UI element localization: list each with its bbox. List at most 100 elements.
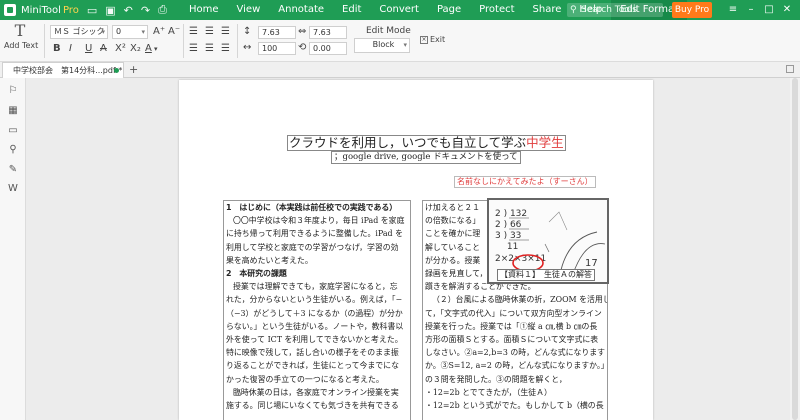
handwriting-line: 2 ) 132: [495, 209, 527, 219]
char-spacing-field[interactable]: 7.63: [309, 26, 347, 39]
handwriting-line: 11: [495, 242, 518, 252]
subscript-button[interactable]: X₂: [130, 43, 141, 55]
close-icon[interactable]: ✕: [778, 0, 796, 20]
exit-edit-button[interactable]: × Exit: [420, 35, 445, 44]
app-logo-icon: [4, 4, 16, 16]
menu-share[interactable]: Share: [524, 0, 571, 20]
text-line: （２）台風による臨時休業の折，ZOOM を活用し: [432, 295, 608, 305]
rotation-field[interactable]: 0.00: [309, 42, 347, 55]
align-center-icon[interactable]: ☰: [205, 26, 214, 38]
superscript-button[interactable]: X²: [115, 43, 126, 55]
search-tools-input[interactable]: ⚲ Search Tools: [567, 3, 663, 17]
document-subtitle[interactable]: ；google drive, google ドキュメントを使って: [331, 151, 521, 164]
add-text-button[interactable]: T Add Text: [4, 21, 38, 51]
menu-annotate[interactable]: Annotate: [269, 0, 333, 20]
search-placeholder: Search Tools: [581, 5, 637, 15]
document-tab[interactable]: 中学校部会 第14分科...pdf *: [2, 62, 124, 78]
edit-format-toolbar: T Add Text ＭＳ ゴシック ▾ 0 ▾ A⁺ A⁻ B I U A X² …: [0, 20, 800, 62]
bold-button[interactable]: B: [53, 43, 61, 55]
app-name: MiniTool Pro: [21, 4, 79, 16]
add-text-icon: T: [14, 21, 26, 40]
menu-protect[interactable]: Protect: [470, 0, 523, 20]
handwriting-line: 2 ) 66: [495, 220, 522, 230]
scrollbar-thumb[interactable]: [792, 78, 798, 420]
restore-window-icon[interactable]: [786, 65, 794, 73]
align-right-icon[interactable]: ☰: [221, 26, 230, 38]
left-text-column[interactable]: 1 はじめに（本実践は前任校での実践である） 〇〇中学校は令和３年度より，毎日 i…: [223, 200, 411, 420]
left-sidebar: ⚐ ▦ ▭ ⚲ ✎ W: [0, 78, 26, 420]
toolbar-divider: [183, 24, 184, 58]
font-family-select[interactable]: ＭＳ ゴシック ▾: [50, 25, 108, 39]
chevron-down-icon: ▾: [101, 28, 105, 36]
buy-pro-button[interactable]: Buy Pro: [672, 2, 712, 18]
chevron-down-icon[interactable]: ▾: [154, 43, 158, 55]
bookmark-icon[interactable]: ⚐: [7, 85, 19, 97]
align-justify-icon[interactable]: ☰: [189, 43, 198, 55]
document-author[interactable]: 名前なしにかえてみたよ（すーさん）: [454, 176, 596, 188]
close-icon: ×: [420, 35, 428, 44]
text-line: か。③S=12, a=2 の時，どんな式になりますか。」: [425, 361, 608, 371]
signature-icon[interactable]: ✎: [7, 164, 19, 176]
attachment-icon[interactable]: ⚲: [7, 144, 19, 156]
menu-convert[interactable]: Convert: [370, 0, 428, 20]
vertical-scrollbar[interactable]: [790, 78, 800, 420]
figure-caption[interactable]: 【資料１】 生徒Ａの解答: [497, 269, 595, 281]
text-line: 方形の面積Ｓとする。面積Ｓについて文字式に表: [425, 335, 599, 345]
text-line: 施する。同じ場にいなくても気づきを共有できる: [226, 401, 399, 411]
undo-icon[interactable]: ↶: [124, 4, 133, 17]
rotate-icon: ⟲: [298, 42, 307, 53]
strikethrough-button[interactable]: A: [100, 43, 107, 55]
underline-button[interactable]: U: [85, 43, 92, 55]
save-icon[interactable]: ▣: [105, 4, 115, 17]
text-line: の３問を発問した。③の問題を解くと，: [425, 374, 567, 384]
print-icon[interactable]: ⎙: [158, 3, 167, 17]
thumbnails-icon[interactable]: ▦: [7, 105, 19, 117]
align-left-icon[interactable]: ☰: [189, 26, 198, 38]
add-tab-button[interactable]: +: [129, 62, 138, 77]
justify-right-icon[interactable]: ☰: [221, 43, 230, 55]
redo-icon[interactable]: ↷: [141, 4, 150, 17]
document-title[interactable]: クラウドを利用し，いつでも自立して学ぶ中学生: [287, 135, 566, 151]
menu-icon[interactable]: ≡: [724, 0, 742, 20]
text-line: かった復習の手立ての一つになると考えた。: [226, 374, 384, 384]
handwriting-line: 3 ) 33: [495, 231, 521, 241]
edit-mode-label: Edit Mode: [366, 26, 411, 36]
text-line: 特に映像で残して，話し合いの様子をそのまま振: [226, 348, 399, 358]
text-line: しなさい。②a=2,b=3 の時，どんな式になります: [425, 348, 606, 358]
menu-edit[interactable]: Edit: [333, 0, 370, 20]
text-line: 利用して学校と家庭での学習がつなげ，学習の効: [226, 242, 399, 252]
comment-icon[interactable]: ▭: [7, 125, 19, 137]
italic-button[interactable]: I: [69, 43, 72, 55]
word-convert-icon[interactable]: W: [7, 183, 19, 195]
text-line: ・12=2b という式がでた。もしかして b（横の長: [425, 401, 604, 411]
text-line: 授業では理解できても，家庭学習になると，忘: [233, 282, 398, 292]
toolbar-divider: [237, 24, 238, 58]
line-spacing-icon: ↕: [243, 26, 252, 37]
text-line: 1 はじめに（本実践は前任校での実践である）: [226, 203, 398, 212]
minimize-icon[interactable]: –: [742, 0, 760, 20]
text-line: 2 本研究の課題: [226, 269, 287, 279]
menu-home[interactable]: Home: [180, 0, 228, 20]
scale-field[interactable]: 100: [258, 42, 296, 55]
increase-font-size-icon[interactable]: A⁺: [153, 26, 165, 38]
text-line: 臨時休業の日は，各家庭でオンライン授業を実: [233, 387, 399, 397]
chevron-down-icon: ▾: [403, 41, 407, 49]
font-color-button[interactable]: A: [145, 43, 152, 55]
edit-mode-select[interactable]: Block ▾: [354, 38, 410, 53]
text-line: 授業を行った。授業では「①縦 a ㎝,横 b ㎝の長: [425, 321, 598, 331]
text-line: 果を高めたいと考えた。: [226, 255, 313, 265]
menu-view[interactable]: View: [228, 0, 270, 20]
text-line: （−3）がどうして＋3 になるか（の過程）が分か: [226, 308, 403, 318]
font-size-select[interactable]: 0 ▾: [112, 25, 148, 39]
line-spacing-field[interactable]: 7.63: [258, 26, 296, 39]
text-line: れた，分からないという生徒がいる。例えば，「−: [226, 295, 403, 305]
open-file-icon[interactable]: ▭: [87, 4, 97, 17]
text-line: 〇〇中学校は令和３年度より，毎日 iPad を家庭: [233, 216, 405, 226]
decrease-font-size-icon[interactable]: A⁻: [168, 26, 180, 38]
maximize-icon[interactable]: □: [760, 0, 778, 20]
document-tab-label: 中学校部会 第14分科...pdf *: [13, 66, 123, 75]
menu-page[interactable]: Page: [428, 0, 470, 20]
document-tab-bar: 中学校部会 第14分科...pdf * +: [0, 62, 800, 78]
text-line: ・12=2b とでてきたが，（生徒Ａ）: [425, 387, 552, 397]
justify-center-icon[interactable]: ☰: [205, 43, 214, 55]
